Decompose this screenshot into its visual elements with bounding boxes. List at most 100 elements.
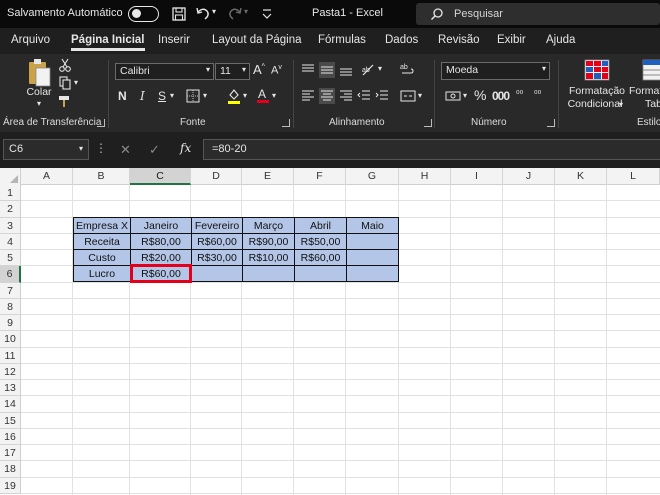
increase-font-icon[interactable]: A^ bbox=[253, 62, 265, 77]
align-right-icon[interactable] bbox=[339, 90, 353, 102]
underline-button[interactable]: S bbox=[158, 89, 166, 103]
row-header-11[interactable]: 11 bbox=[0, 347, 21, 364]
table-cell[interactable]: Receita bbox=[74, 234, 130, 250]
format-painter-icon[interactable] bbox=[58, 94, 72, 108]
table-cell[interactable]: Custo bbox=[74, 250, 130, 266]
alignment-launcher-icon[interactable] bbox=[424, 119, 432, 127]
decrease-font-icon[interactable]: Av bbox=[271, 64, 282, 77]
paste-dropdown-icon[interactable]: ▾ bbox=[33, 99, 45, 108]
format-as-table-icon[interactable] bbox=[642, 59, 660, 81]
save-icon[interactable] bbox=[170, 5, 188, 23]
number-launcher-icon[interactable] bbox=[547, 119, 555, 127]
conditional-formatting-label-1[interactable]: Formatação bbox=[564, 85, 630, 97]
row-header-19[interactable]: 19 bbox=[0, 477, 21, 494]
table-header-cell[interactable]: Janeiro bbox=[131, 218, 191, 234]
select-all-button[interactable] bbox=[0, 168, 21, 185]
tab-ajuda[interactable]: Ajuda bbox=[546, 34, 575, 46]
accounting-format-icon[interactable] bbox=[445, 88, 461, 104]
font-launcher-icon[interactable] bbox=[282, 119, 290, 127]
row-header-6[interactable]: 6 bbox=[0, 266, 21, 283]
underline-dropdown-icon[interactable]: ▾ bbox=[170, 91, 174, 100]
table-header-cell[interactable]: Maio bbox=[347, 218, 398, 234]
row-header-10[interactable]: 10 bbox=[0, 331, 21, 348]
number-format-combo[interactable]: Moeda ▾ bbox=[441, 62, 550, 80]
redo-icon[interactable] bbox=[226, 5, 244, 23]
redo-dropdown-icon[interactable]: ▾ bbox=[244, 7, 252, 25]
search-box[interactable]: Pesquisar bbox=[416, 3, 660, 25]
font-color-icon[interactable]: A bbox=[256, 87, 270, 104]
tab-formulas[interactable]: Fórmulas bbox=[318, 34, 366, 46]
table-cell[interactable] bbox=[295, 266, 346, 282]
undo-icon[interactable] bbox=[194, 5, 212, 23]
align-bottom-icon[interactable] bbox=[339, 64, 353, 76]
row-header-12[interactable]: 12 bbox=[0, 363, 21, 380]
borders-icon[interactable] bbox=[186, 89, 200, 103]
cut-icon[interactable] bbox=[58, 58, 72, 72]
more-options-icon[interactable]: ⋮ bbox=[95, 141, 107, 155]
row-header-14[interactable]: 14 bbox=[0, 396, 21, 413]
fill-color-dropdown-icon[interactable]: ▾ bbox=[243, 91, 247, 100]
table-cell[interactable]: R$10,00 bbox=[243, 250, 294, 266]
table-header-cell[interactable]: Abril bbox=[295, 218, 346, 234]
paste-icon[interactable] bbox=[26, 58, 52, 88]
italic-button[interactable]: I bbox=[140, 89, 145, 103]
column-header-f[interactable]: F bbox=[294, 168, 346, 185]
increase-indent-icon[interactable] bbox=[375, 90, 389, 102]
align-left-icon[interactable] bbox=[301, 90, 315, 102]
row-header-7[interactable]: 7 bbox=[0, 282, 21, 299]
column-header-j[interactable]: J bbox=[503, 168, 555, 185]
table-cell[interactable]: R$60,00 bbox=[192, 234, 242, 250]
align-top-icon[interactable] bbox=[301, 64, 315, 76]
column-header-h[interactable]: H bbox=[399, 168, 451, 185]
table-header-cell[interactable]: Fevereiro bbox=[192, 218, 242, 234]
borders-dropdown-icon[interactable]: ▾ bbox=[203, 91, 207, 100]
accounting-dropdown-icon[interactable]: ▾ bbox=[463, 91, 467, 100]
column-header-g[interactable]: G bbox=[346, 168, 399, 185]
align-center-icon[interactable] bbox=[319, 88, 335, 104]
row-header-5[interactable]: 5 bbox=[0, 250, 21, 267]
format-as-table-label-1[interactable]: Format bbox=[629, 85, 660, 97]
comma-style-icon[interactable]: 000 bbox=[492, 89, 510, 103]
cancel-icon[interactable]: ✕ bbox=[120, 142, 131, 158]
row-header-17[interactable]: 17 bbox=[0, 445, 21, 462]
align-middle-icon[interactable] bbox=[319, 62, 335, 78]
merge-center-icon[interactable] bbox=[400, 89, 416, 103]
enter-icon[interactable]: ✓ bbox=[149, 142, 160, 158]
insert-function-icon[interactable]: fx bbox=[180, 141, 191, 155]
paste-label[interactable]: Colar bbox=[26, 86, 52, 98]
conditional-formatting-icon[interactable] bbox=[584, 59, 610, 81]
tab-exibir[interactable]: Exibir bbox=[497, 34, 526, 46]
table-cell[interactable]: R$60,00 bbox=[295, 250, 346, 266]
column-header-k[interactable]: K bbox=[555, 168, 607, 185]
row-header-13[interactable]: 13 bbox=[0, 380, 21, 397]
name-box[interactable]: C6 ▾ bbox=[3, 139, 89, 160]
table-cell[interactable] bbox=[243, 266, 294, 282]
decrease-decimal-icon[interactable]: ⁰⁰ bbox=[534, 89, 541, 100]
customize-toolbar-icon[interactable] bbox=[258, 5, 276, 23]
column-header-i[interactable]: I bbox=[451, 168, 503, 185]
row-header-15[interactable]: 15 bbox=[0, 412, 21, 429]
row-header-16[interactable]: 16 bbox=[0, 428, 21, 445]
table-cell[interactable] bbox=[347, 250, 398, 266]
table-cell[interactable] bbox=[347, 266, 398, 282]
percent-style-button[interactable]: % bbox=[474, 87, 486, 103]
table-cell[interactable] bbox=[347, 234, 398, 250]
increase-decimal-icon[interactable]: ⁰⁰ bbox=[516, 89, 523, 100]
formula-input[interactable]: =80-20 bbox=[203, 139, 660, 160]
table-cell[interactable]: R$80,00 bbox=[131, 234, 191, 250]
column-header-d[interactable]: D bbox=[191, 168, 242, 185]
tab-revisao[interactable]: Revisão bbox=[438, 34, 480, 46]
bold-button[interactable]: N bbox=[118, 89, 127, 103]
column-header-e[interactable]: E bbox=[242, 168, 294, 185]
column-header-c[interactable]: C bbox=[130, 168, 191, 185]
autosave-toggle[interactable] bbox=[128, 6, 159, 22]
table-cell[interactable]: R$30,00 bbox=[192, 250, 242, 266]
clipboard-launcher-icon[interactable] bbox=[97, 119, 105, 127]
copy-dropdown-icon[interactable]: ▾ bbox=[74, 78, 78, 87]
table-cell[interactable]: R$50,00 bbox=[295, 234, 346, 250]
column-header-b[interactable]: B bbox=[73, 168, 130, 185]
undo-dropdown-icon[interactable]: ▾ bbox=[212, 7, 220, 25]
tab-arquivo[interactable]: Arquivo bbox=[11, 34, 50, 46]
row-header-18[interactable]: 18 bbox=[0, 461, 21, 478]
fill-color-icon[interactable] bbox=[227, 88, 241, 104]
